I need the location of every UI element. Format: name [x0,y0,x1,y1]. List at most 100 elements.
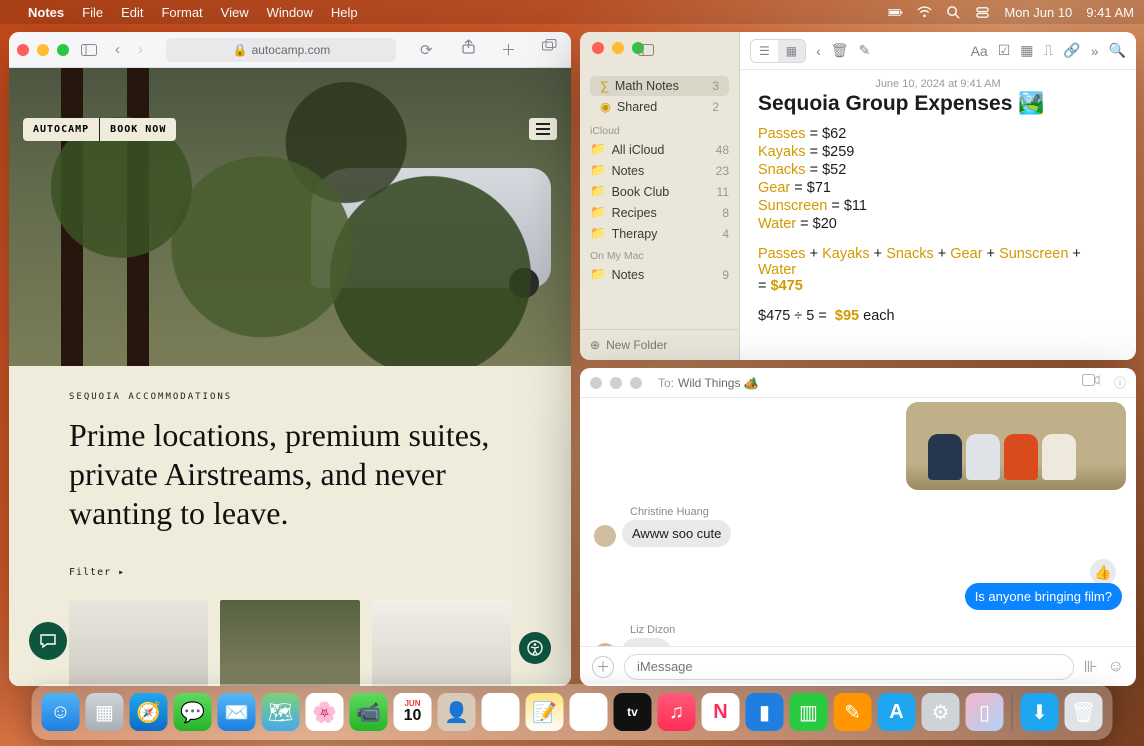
dock-app-system-settings[interactable]: ⚙ [922,693,960,731]
sidebar-item-book-club[interactable]: 📁Book Club11 [580,181,739,202]
menu-time[interactable]: 9:41 AM [1086,5,1134,20]
battery-icon[interactable] [888,5,903,20]
dock-app-iphone-mirroring[interactable]: ▯ [966,693,1004,731]
address-bar[interactable]: 🔒 autocamp.com [166,38,396,62]
dock-app-news[interactable]: N [702,693,740,731]
facetime-video-button[interactable] [1082,374,1100,391]
view-mode-toggle[interactable]: ☰ ▦ [750,39,806,63]
sidebar-item-notes[interactable]: 📁Notes23 [580,160,739,181]
minimize-button[interactable] [37,44,49,56]
menu-help[interactable]: Help [331,5,358,20]
back-button[interactable]: ‹ [816,43,821,59]
dock-app-keynote[interactable]: ▮ [746,693,784,731]
forward-button[interactable]: › [132,41,149,58]
sidebar-item-all-icloud[interactable]: 📁All iCloud48 [580,139,739,160]
site-logo[interactable]: AUTOCAMP BOOK NOW [23,118,176,141]
chat-widget-button[interactable] [29,622,67,660]
checklist-button[interactable]: ☑ [998,42,1011,59]
share-button[interactable] [456,39,481,60]
dictation-button[interactable]: ⊪ [1084,657,1098,677]
messages-transcript[interactable]: Christine Huang Awww soo cute 👍 Is anyon… [580,398,1136,646]
app-menu[interactable]: Notes [28,5,64,20]
details-button[interactable]: ⓘ [1114,374,1126,391]
menu-edit[interactable]: Edit [121,5,143,20]
site-menu-button[interactable] [529,118,557,140]
table-button[interactable]: ▦ [1020,42,1033,59]
close-button[interactable] [17,44,29,56]
dock-stack-downloads[interactable]: ⬇ [1021,693,1059,731]
sidebar-item-therapy[interactable]: 📁Therapy4 [580,223,739,244]
zoom-button[interactable] [57,44,69,56]
filter-button[interactable]: Filter ▸ [69,567,511,578]
sidebar-item-recipes[interactable]: 📁Recipes8 [580,202,739,223]
control-center-icon[interactable] [975,5,990,20]
minimize-button[interactable] [612,42,624,54]
spotlight-icon[interactable] [946,5,961,20]
menu-format[interactable]: Format [161,5,202,20]
dock-app-facetime[interactable]: 📹 [350,693,388,731]
message-bubble-incoming[interactable]: Awww soo cute [622,520,731,547]
dock-app-pages[interactable]: ✎ [834,693,872,731]
dock-app-mail[interactable]: ✉️ [218,693,256,731]
section-on-my-mac[interactable]: On My Mac [580,244,739,264]
gallery-view-icon[interactable]: ▦ [778,40,805,62]
menu-window[interactable]: Window [267,5,313,20]
new-tab-button[interactable]: ＋ [495,39,522,60]
media-button[interactable]: ⎍ [1044,42,1054,59]
search-button[interactable]: 🔍 [1109,42,1126,59]
wifi-icon[interactable] [917,5,932,20]
delete-button[interactable]: 🗑 [831,42,849,59]
dock-app-numbers[interactable]: ▥ [790,693,828,731]
dock-app-music[interactable]: ♫ [658,693,696,731]
message-bubble-outgoing[interactable]: Is anyone bringing film? [965,583,1122,610]
list-view-icon[interactable]: ☰ [751,40,778,62]
link-button[interactable]: 🔗 [1063,42,1080,59]
book-now-button[interactable]: BOOK NOW [99,118,176,141]
new-folder-button[interactable]: ⊕ New Folder [580,329,739,360]
dock-app-notes[interactable]: 📝 [526,693,564,731]
dock-app-safari[interactable]: 🧭 [130,693,168,731]
compose-button[interactable]: ✎ [859,42,871,59]
sidebar-item-local-notes[interactable]: 📁Notes9 [580,264,739,285]
shared-photo[interactable] [906,402,1126,490]
sidebar-item-shared[interactable]: ◉Shared 2 [590,96,729,117]
note-body[interactable]: Sequoia Group Expenses 🏞️ Passes = $62 K… [740,92,1136,326]
dock-app-photos[interactable]: 🌸 [306,693,344,731]
apps-button[interactable]: ＋ [592,656,614,678]
dock-app-messages[interactable]: 💬 [174,693,212,731]
dock-app-contacts[interactable]: 👤 [438,693,476,731]
menu-view[interactable]: View [221,5,249,20]
message-input[interactable] [624,654,1074,680]
format-button[interactable]: Aa [971,43,988,59]
menu-file[interactable]: File [82,5,103,20]
dock-app-finder[interactable]: ☺ [42,693,80,731]
tabs-button[interactable] [536,39,563,60]
close-button[interactable] [590,377,602,389]
menu-date[interactable]: Mon Jun 10 [1004,5,1072,20]
reload-button[interactable]: ⟳ [414,41,439,59]
message-bubble-incoming[interactable]: I am! [622,638,671,646]
conversation-name[interactable]: Wild Things 🏕️ [678,376,759,390]
dock-app-app-store[interactable]: A [878,693,916,731]
dock-app-reminders[interactable]: ☰ [482,693,520,731]
tapback-thumbs-up[interactable]: 👍 [1090,559,1116,585]
card-interior[interactable] [69,600,208,686]
sidebar-toggle-icon[interactable] [638,44,654,56]
more-button[interactable]: » [1091,43,1099,59]
card-exterior[interactable] [220,600,359,686]
dock-app-launchpad[interactable]: ▦ [86,693,124,731]
dock-app-calendar[interactable]: JUN10 [394,693,432,731]
close-button[interactable] [592,42,604,54]
back-button[interactable]: ‹ [109,41,126,58]
accessibility-widget-button[interactable] [519,632,551,664]
sidebar-item-math-notes[interactable]: ∑Math Notes 3 [590,76,729,96]
minimize-button[interactable] [610,377,622,389]
card-bedroom[interactable] [372,600,511,686]
dock-app-freeform[interactable]: 〰 [570,693,608,731]
dock-app-maps[interactable]: 🗺 [262,693,300,731]
zoom-button[interactable] [630,377,642,389]
avatar[interactable] [594,643,616,646]
emoji-button[interactable]: ☺ [1108,658,1124,676]
section-icloud[interactable]: iCloud [580,119,739,139]
sidebar-toggle-icon[interactable] [75,44,103,56]
